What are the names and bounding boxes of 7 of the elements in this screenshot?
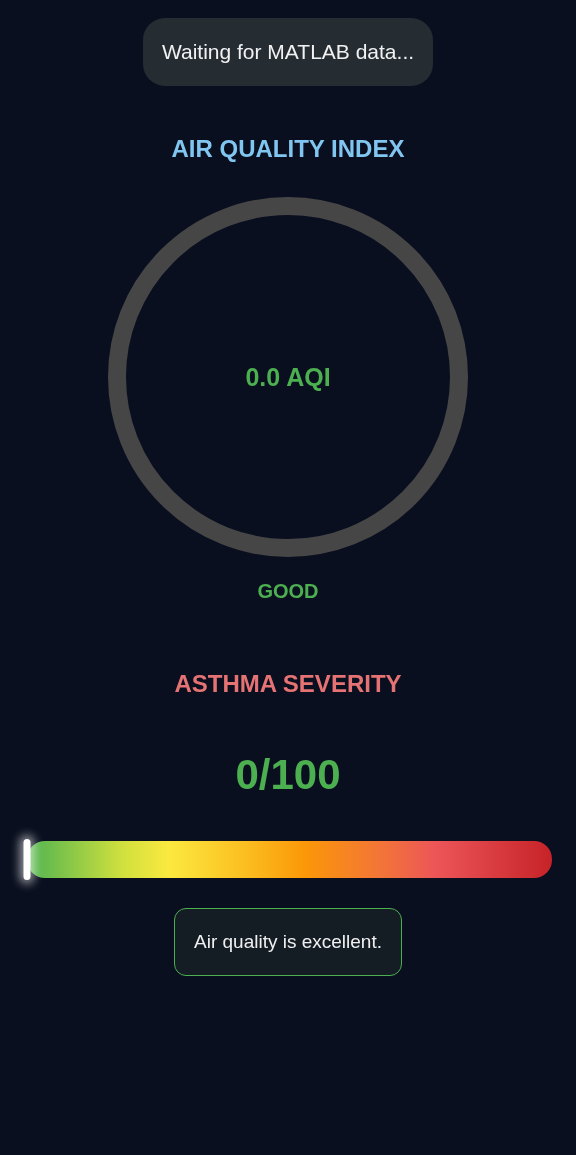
status-message: Waiting for MATLAB data... — [142, 18, 434, 86]
aqi-category: GOOD — [257, 579, 319, 603]
aqi-title: AIR QUALITY INDEX — [171, 134, 405, 164]
aqi-reading: 0.0 AQI — [245, 362, 331, 392]
asthma-score: 0/100 — [235, 751, 341, 799]
advice-message: Air quality is excellent. — [174, 908, 402, 976]
asthma-title: ASTHMA SEVERITY — [174, 669, 402, 699]
